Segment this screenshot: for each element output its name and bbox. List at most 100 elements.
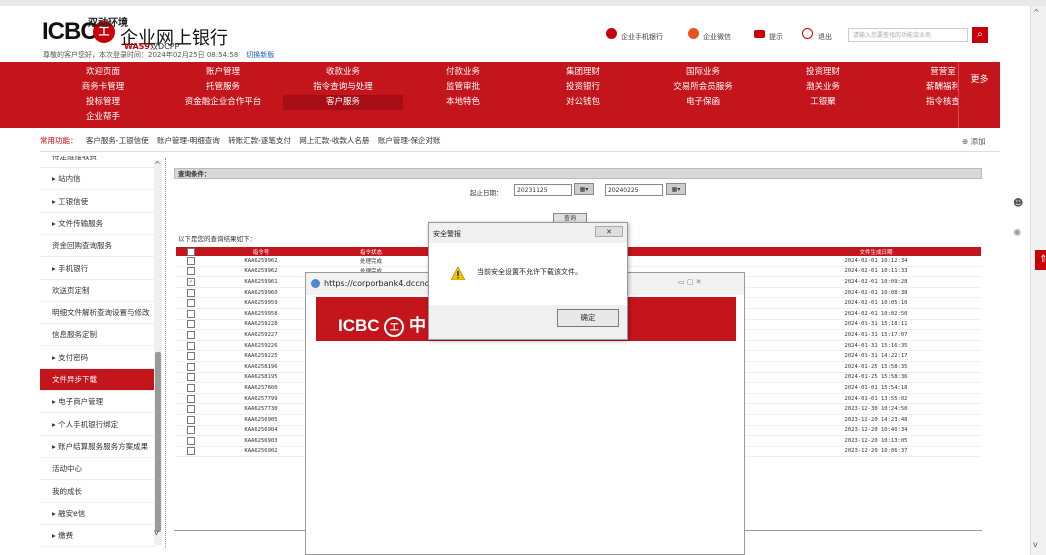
switch-version-link[interactable]: 切换新版 [246, 51, 274, 59]
sidebar-item[interactable]: ▸ 文件传输服务 [40, 213, 155, 235]
checkbox[interactable] [187, 309, 195, 318]
calendar-icon[interactable]: ▦▾ [574, 183, 594, 195]
end-date-input[interactable]: 20240225 [605, 184, 663, 196]
wechat-link[interactable]: 企业微信 [703, 32, 731, 42]
common-item-2[interactable]: 账户管理-明细查询 [157, 136, 220, 145]
popup-window-controls[interactable]: ▭ ▢ ✕ [678, 278, 702, 286]
sidebar-item[interactable]: ▸ 融安e信 [40, 503, 155, 525]
common-item-4[interactable]: 网上汇款-收款人名册 [299, 136, 369, 145]
menu-item[interactable]: 工银聚 [763, 95, 883, 110]
page-scroll-down-icon[interactable]: v [1033, 540, 1038, 549]
row-checkbox[interactable] [176, 393, 206, 405]
sidebar-item[interactable]: 信息服务定制 [40, 324, 155, 347]
row-checkbox[interactable] [176, 266, 206, 278]
checkbox[interactable] [187, 373, 195, 382]
menu-item[interactable]: 付款业务 [403, 65, 523, 80]
sidebar-item[interactable]: ▸ 站内信 [40, 168, 155, 191]
checkbox[interactable] [187, 405, 195, 414]
common-item-5[interactable]: 账户管理-保企对账 [378, 136, 441, 145]
menu-item[interactable]: 渤关业务 [763, 80, 883, 95]
row-checkbox[interactable] [176, 340, 206, 352]
checkbox[interactable]: ✓ [187, 277, 195, 286]
row-checkbox[interactable] [176, 372, 206, 384]
row-checkbox[interactable] [176, 297, 206, 309]
row-checkbox[interactable] [176, 382, 206, 394]
checkbox[interactable] [187, 436, 195, 445]
sidebar-item[interactable]: ▸ 手机银行 [40, 258, 155, 280]
sidebar-item[interactable]: ▸ 电子商户管理 [40, 391, 155, 414]
menu-item[interactable]: 国际业务 [643, 65, 763, 80]
menu-item[interactable]: 商务卡管理 [43, 80, 163, 95]
search-input[interactable]: 请输入您要查找的功能或业务 [848, 28, 968, 42]
menu-item[interactable]: 收款业务 [283, 65, 403, 80]
menu-item[interactable]: 投资银行 [523, 80, 643, 95]
common-item-1[interactable]: 客户服务-工银信使 [86, 136, 149, 145]
checkbox[interactable] [187, 299, 195, 308]
menu-item[interactable]: 监管审批 [403, 80, 523, 95]
row-checkbox[interactable] [176, 256, 206, 267]
menu-item[interactable]: 电子保函 [643, 95, 763, 110]
notice-link[interactable]: 提示 [769, 32, 783, 42]
sidebar-scroll-thumb[interactable] [155, 352, 161, 532]
scroll-down-icon[interactable]: v [154, 528, 159, 537]
robot-icon[interactable]: ☻ [1013, 198, 1023, 209]
calendar-icon[interactable]: ▦▾ [666, 183, 686, 195]
menu-item[interactable]: 企业帮手 [43, 110, 163, 125]
sidebar-item[interactable]: ▸ 支付密码 [40, 347, 155, 369]
checkbox[interactable] [187, 320, 195, 329]
sidebar-item[interactable]: 欢送页定制 [40, 280, 155, 302]
add-shortcut-link[interactable]: ⊕ 添加 [962, 136, 986, 147]
start-date-input[interactable]: 20231125 [514, 184, 572, 196]
row-checkbox[interactable] [176, 414, 206, 426]
menu-item[interactable]: 投标管理 [43, 95, 163, 110]
row-checkbox[interactable] [176, 329, 206, 341]
row-checkbox[interactable] [176, 435, 206, 447]
sidebar-item[interactable]: 文件异步下载 [40, 369, 155, 391]
row-checkbox[interactable] [176, 446, 206, 458]
checkbox[interactable] [187, 394, 195, 403]
checkbox[interactable] [187, 256, 195, 265]
logout-link[interactable]: 退出 [818, 32, 832, 42]
sidebar-item[interactable]: 我的成长 [40, 481, 155, 503]
page-scrollbar[interactable] [1030, 6, 1046, 555]
row-checkbox[interactable]: ✓ [176, 276, 206, 288]
row-checkbox[interactable] [176, 350, 206, 362]
row-checkbox[interactable] [176, 425, 206, 437]
checkbox[interactable] [187, 362, 195, 371]
more-menu-button[interactable]: 更多 [958, 62, 1000, 128]
common-item-3[interactable]: 转账汇款-逐笔支付 [228, 136, 291, 145]
menu-item[interactable]: 本地特色 [403, 95, 523, 110]
sidebar-item[interactable]: 活动中心 [40, 458, 155, 481]
checkbox[interactable] [187, 330, 195, 339]
menu-item[interactable]: 指令查询与处理 [283, 80, 403, 95]
menu-item[interactable]: 托管服务 [163, 80, 283, 95]
row-checkbox[interactable] [176, 361, 206, 373]
row-checkbox[interactable] [176, 287, 206, 299]
checkbox[interactable] [187, 341, 195, 350]
page-scroll-up-icon[interactable]: ^ [1033, 8, 1040, 17]
menu-item[interactable]: 资金融企业合作平台 [163, 95, 283, 110]
menu-item[interactable]: 交易所会员服务 [643, 80, 763, 95]
select-all-checkbox[interactable] [176, 247, 206, 256]
sidebar-item[interactable]: ▸ 缴费 [40, 525, 155, 548]
menu-item[interactable]: 对公钱包 [523, 95, 643, 110]
checkbox[interactable] [187, 352, 195, 361]
checkbox[interactable] [187, 426, 195, 435]
menu-item[interactable]: 欢迎页面 [43, 65, 163, 80]
sidebar-item[interactable]: ▸ 工银信使 [40, 191, 155, 213]
checkbox[interactable] [187, 447, 195, 456]
sidebar-item[interactable]: 资金回购查询服务 [40, 235, 155, 258]
sidebar-item[interactable]: ▸ 账户结算服务服务方案成果 [40, 436, 155, 458]
checkbox[interactable] [187, 267, 195, 276]
row-checkbox[interactable] [176, 403, 206, 415]
checkbox[interactable] [187, 288, 195, 297]
checkbox[interactable] [187, 415, 195, 424]
scroll-up-icon[interactable]: ^ [154, 160, 161, 169]
checkbox[interactable] [187, 383, 195, 392]
sidebar-item[interactable]: 明细文件解析查询设置与修改 [40, 302, 155, 325]
menu-item[interactable]: 集团理财 [523, 65, 643, 80]
menu-item[interactable]: 客户服务 [283, 95, 403, 110]
back-to-top-icon[interactable]: ⇑ [1035, 250, 1046, 270]
row-checkbox[interactable] [176, 308, 206, 320]
sidebar-item[interactable]: 待定维维收费 [40, 156, 155, 168]
